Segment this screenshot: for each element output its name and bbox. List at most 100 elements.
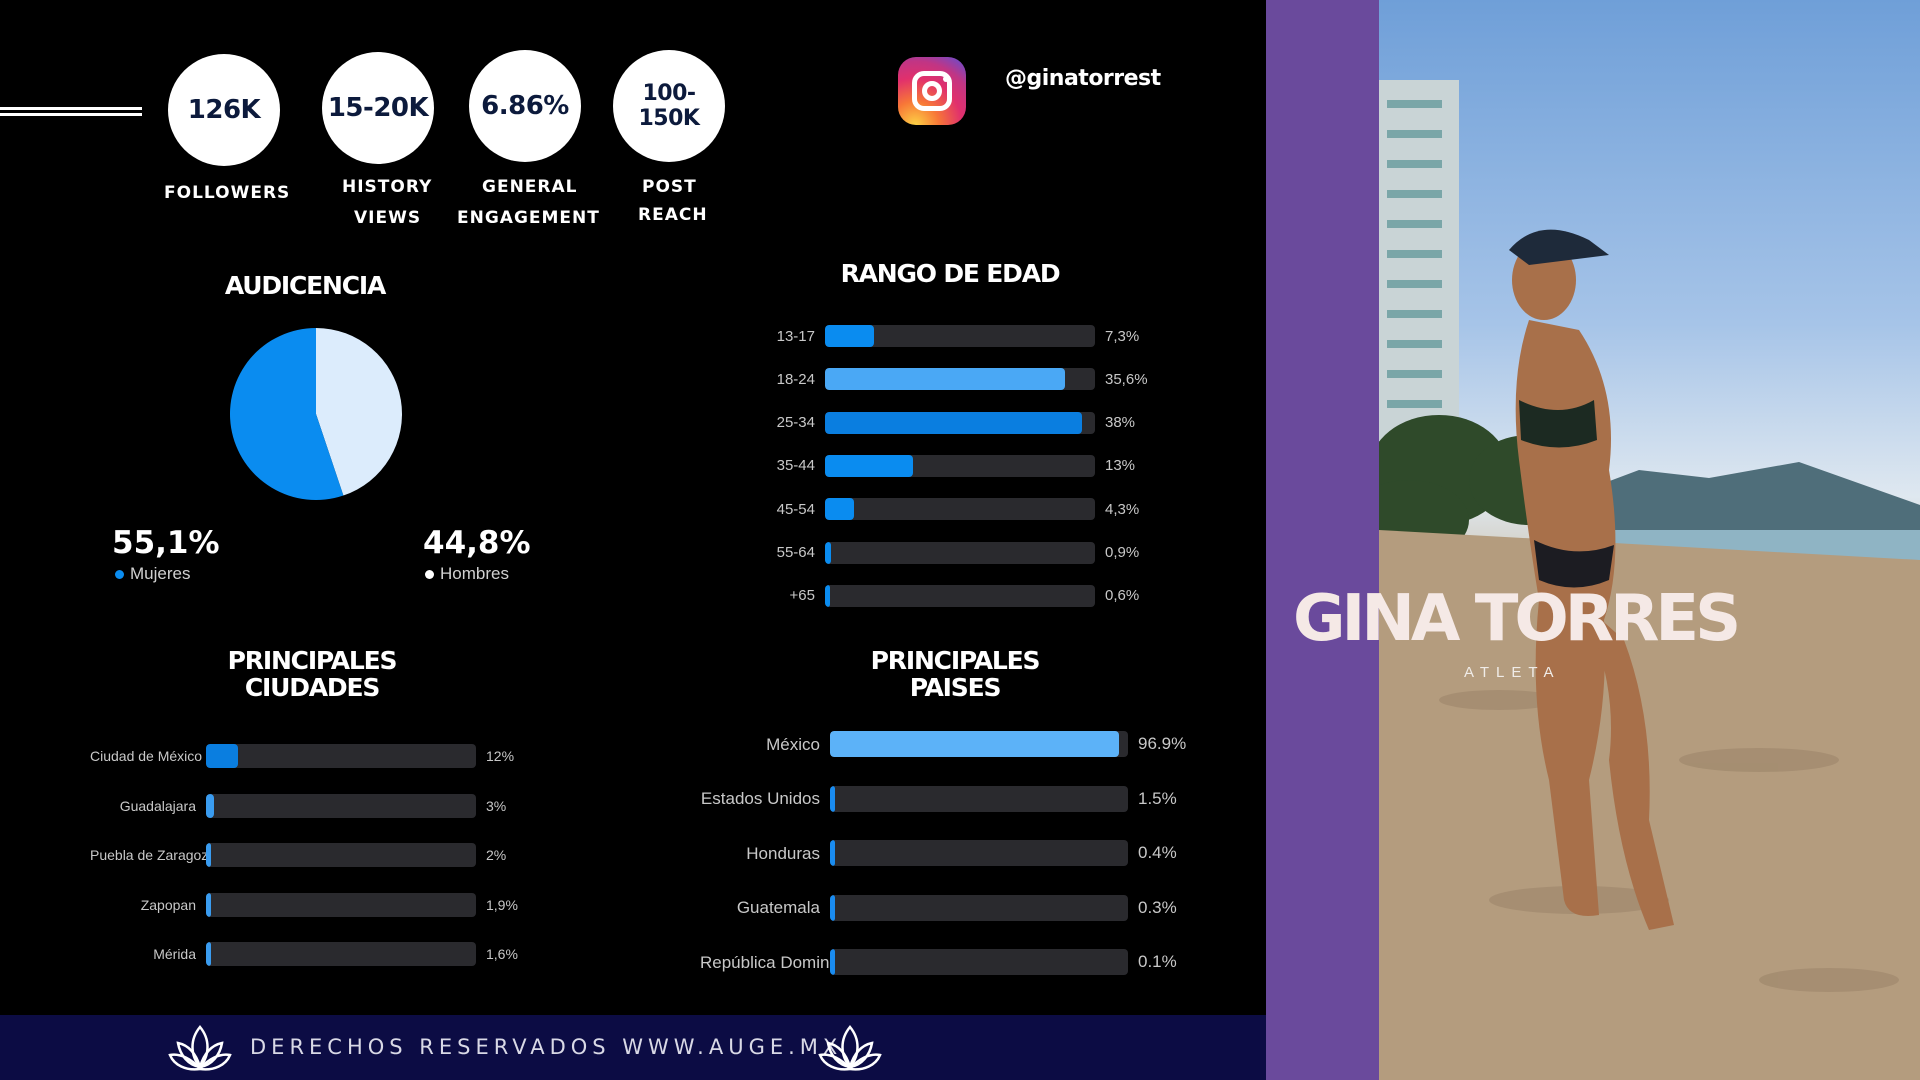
bar <box>830 785 835 812</box>
stat-label: REACH <box>638 205 708 225</box>
bar-row: 13-17 7,3% <box>760 325 1139 347</box>
bar <box>830 840 835 866</box>
stat-label: GENERAL <box>482 177 578 197</box>
bar-track <box>830 840 1128 866</box>
men-bullet-icon <box>425 569 434 579</box>
age-range-title: RANGO DE EDAD <box>840 259 1061 288</box>
stat-value: 126K <box>168 54 280 166</box>
bar-row: República Dominicana 0.1% <box>700 949 1177 975</box>
bar-label: Zapopan <box>140 896 196 913</box>
bar-row: Estados Unidos 1.5% <box>700 785 1177 812</box>
stat-label: FOLLOWERS <box>164 183 291 203</box>
stat-engagement: 6.86% GENERAL ENGAGEMENT <box>457 50 599 228</box>
audience-pie-chart <box>229 328 402 500</box>
bar-row: 45-54 4,3% <box>760 498 1139 521</box>
women-percentage: 55,1% <box>112 525 220 561</box>
athlete-name: GINA TORRES <box>1293 582 1741 656</box>
stat-label: ENGAGEMENT <box>457 208 600 228</box>
bar-value-label: 13% <box>1105 457 1136 475</box>
purple-divider <box>1266 0 1379 1080</box>
bar-track <box>830 894 1128 921</box>
cities-title: PRINCIPALES CIUDADES <box>227 646 398 702</box>
stat-value: 6.86% <box>469 50 581 162</box>
footer: DERECHOS RESERVADOS WWW.AUGE.MX <box>0 1015 1266 1080</box>
bar <box>206 942 211 966</box>
bar-label: 18-24 <box>776 370 815 388</box>
stat-post-reach: 100-150K POST REACH <box>613 50 725 225</box>
bar-row: 35-44 13% <box>760 454 1136 477</box>
athlete-photo <box>1379 0 1920 1080</box>
media-kit-panel: 126K FOLLOWERS 15-20K HISTORY VIEWS 6.86… <box>0 0 1266 1015</box>
bar-label: México <box>766 734 820 754</box>
women-bullet-icon <box>115 569 124 579</box>
bar-track <box>830 731 1128 757</box>
bar-label: 13-17 <box>776 327 815 345</box>
beach-scene-image <box>1379 80 1920 1080</box>
bar-track <box>206 793 476 818</box>
bar-row: Puebla de Zaragoza 2% <box>90 843 506 867</box>
bar <box>830 949 835 975</box>
bar-track <box>825 368 1095 391</box>
bar <box>825 411 1082 434</box>
bar <box>825 541 832 564</box>
bar-value-label: 3% <box>486 797 507 814</box>
bar-label: 35-44 <box>776 457 815 475</box>
bar-track <box>830 949 1128 975</box>
bar-track <box>825 454 1095 477</box>
bar-label: +65 <box>789 587 815 605</box>
bar-track <box>206 892 476 917</box>
bar-track <box>206 744 476 768</box>
women-label: Mujeres <box>130 564 191 583</box>
instagram-icon[interactable] <box>898 57 966 125</box>
bar-value-label: 1.5% <box>1138 788 1177 808</box>
bar <box>206 843 212 867</box>
bar-label: Honduras <box>746 843 820 863</box>
bar <box>825 584 830 607</box>
bar-value-label: 96.9% <box>1138 734 1187 753</box>
instagram-handle[interactable]: @ginatorrest <box>1005 66 1161 91</box>
bar-label: Guadalajara <box>119 797 196 814</box>
bar-row: Zapopan 1,9% <box>90 892 518 917</box>
bar-value-label: 35,6% <box>1105 370 1148 388</box>
lotus-icon <box>818 1025 882 1071</box>
bar-track <box>825 325 1095 347</box>
bar-row: 55-64 0,9% <box>760 541 1139 564</box>
bar-label: Estados Unidos <box>700 789 820 808</box>
bar-value-label: 0.1% <box>1138 952 1177 971</box>
men-label: Hombres <box>440 564 509 583</box>
bar <box>830 731 1119 757</box>
bar-value-label: 38% <box>1105 414 1136 432</box>
stat-label: POST <box>642 177 697 197</box>
athlete-role: ATLETA <box>1464 664 1561 681</box>
bar-value-label: 12% <box>486 748 515 764</box>
bar-value-label: 1,9% <box>486 896 518 913</box>
stat-label: HISTORY <box>342 177 433 197</box>
bar-track <box>825 498 1095 521</box>
bar <box>206 793 215 818</box>
bar-value-label: 0.4% <box>1138 843 1177 862</box>
bar-label: Mérida <box>153 946 196 962</box>
men-percentage: 44,8% <box>423 525 531 561</box>
lotus-icon <box>168 1025 232 1071</box>
men-legend: Hombres <box>425 564 509 584</box>
bar-label: República Dominicana <box>700 952 871 972</box>
bar-label: Guatemala <box>736 898 820 917</box>
footer-text: DERECHOS RESERVADOS WWW.AUGE.MX <box>250 1035 843 1059</box>
decorative-line <box>0 113 142 116</box>
bar-track <box>830 785 1128 812</box>
bar-track <box>825 411 1095 434</box>
bar <box>830 894 835 921</box>
bar-value-label: 0,6% <box>1105 587 1140 605</box>
bar <box>206 892 212 917</box>
stat-followers: 126K FOLLOWERS <box>164 54 289 203</box>
countries-title: PRINCIPALES PAISES <box>870 646 1041 702</box>
bar-value-label: 7,3% <box>1105 327 1140 345</box>
bar-track <box>825 584 1095 607</box>
bar-value-label: 2% <box>486 847 507 863</box>
stat-history-views: 15-20K HISTORY VIEWS <box>322 52 434 228</box>
bar <box>825 325 875 347</box>
bar-label: 25-34 <box>776 414 815 432</box>
bar-value-label: 0.3% <box>1138 897 1177 917</box>
decorative-line <box>0 107 142 110</box>
bar <box>206 744 239 768</box>
